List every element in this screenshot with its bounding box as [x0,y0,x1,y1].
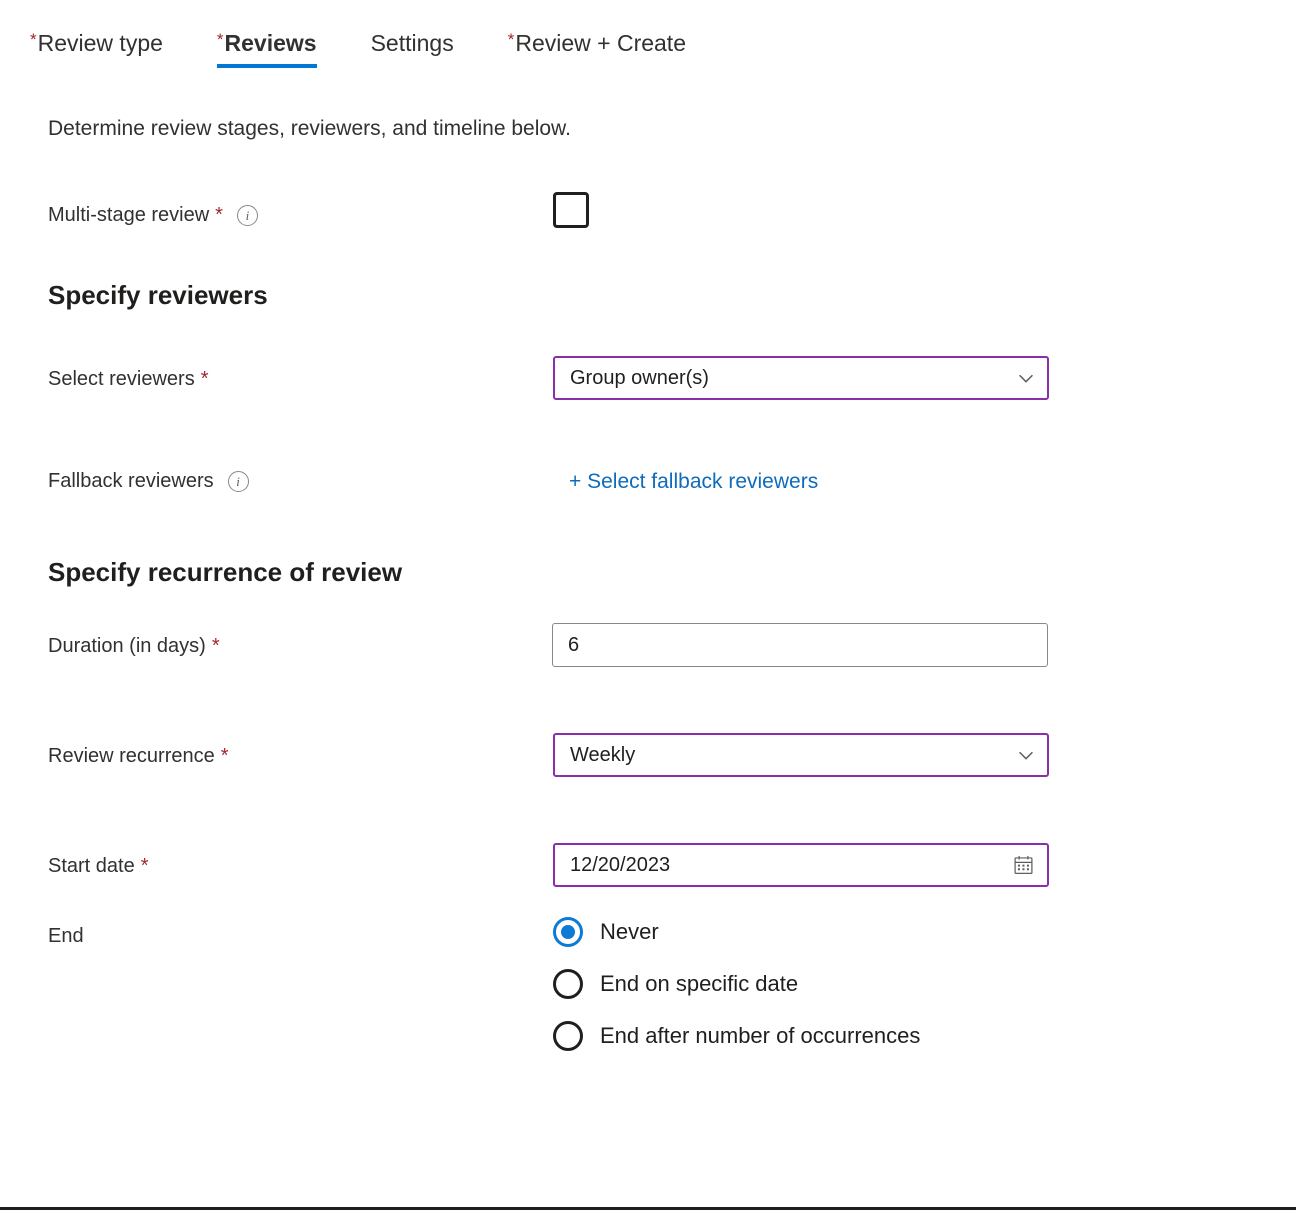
radio-label: Never [600,918,659,946]
radio-option-never[interactable]: Never [553,906,920,958]
radio-label: End on specific date [600,970,798,998]
review-recurrence-label: Review recurrence * [48,742,229,770]
required-asterisk: * [221,746,229,766]
radio-circle-icon [553,969,583,999]
duration-input[interactable]: 6 [552,623,1048,667]
duration-label: Duration (in days) * [48,632,220,660]
tab-review-type[interactable]: * Review type [30,28,190,76]
tab-reviews[interactable]: * Reviews [190,28,344,76]
required-asterisk: * [215,205,223,225]
multi-stage-review-label: Multi-stage review * i [48,201,258,229]
multi-stage-review-checkbox[interactable] [553,192,589,228]
fallback-reviewers-label: Fallback reviewers i [48,467,249,495]
radio-circle-icon [553,1021,583,1051]
select-reviewers-value: Group owner(s) [570,367,1015,390]
select-reviewers-dropdown[interactable]: Group owner(s) [553,356,1049,400]
radio-label: End after number of occurrences [600,1022,920,1050]
review-recurrence-dropdown[interactable]: Weekly [553,733,1049,777]
tab-label: Reviews [225,28,317,58]
chevron-down-icon [1015,744,1037,766]
tab-settings[interactable]: Settings [344,28,481,76]
page-description: Determine review stages, reviewers, and … [48,114,571,144]
info-icon[interactable]: i [237,205,258,226]
radio-selected-dot [561,925,575,939]
required-asterisk: * [141,856,149,876]
label-text: Duration (in days) [48,632,206,660]
calendar-icon[interactable] [1013,854,1034,876]
radio-option-end-after-occurrences[interactable]: End after number of occurrences [553,1010,920,1062]
required-asterisk: * [201,369,209,389]
select-fallback-reviewers-link[interactable]: + Select fallback reviewers [569,470,818,493]
label-text: Fallback reviewers [48,467,214,495]
label-text: End [48,922,84,950]
tab-active-underline [217,64,317,68]
tab-review-create[interactable]: * Review + Create [481,28,713,76]
specify-recurrence-heading: Specify recurrence of review [48,555,402,589]
review-recurrence-value: Weekly [570,744,1015,767]
select-reviewers-label: Select reviewers * [48,365,209,393]
tab-label: Review + Create [515,28,686,58]
required-asterisk: * [212,636,220,656]
specify-reviewers-heading: Specify reviewers [48,278,268,312]
wizard-tab-bar: * Review type * Reviews Settings * Revie… [30,28,713,76]
required-asterisk: * [508,31,515,48]
duration-value: 6 [568,634,1037,657]
info-icon[interactable]: i [228,471,249,492]
required-asterisk: * [217,31,224,48]
label-text: Start date [48,852,135,880]
tab-label: Settings [371,28,454,58]
end-radio-group: Never End on specific date End after num… [553,906,920,1062]
start-date-label: Start date * [48,852,149,880]
start-date-value: 12/20/2023 [570,854,1013,877]
tab-label: Review type [38,28,163,58]
label-text: Select reviewers [48,365,195,393]
end-label: End [48,922,84,950]
label-text: Multi-stage review [48,201,209,229]
start-date-input[interactable]: 12/20/2023 [553,843,1049,887]
chevron-down-icon [1015,367,1037,389]
radio-circle-icon [553,917,583,947]
radio-option-end-on-specific-date[interactable]: End on specific date [553,958,920,1010]
required-asterisk: * [30,31,37,48]
label-text: Review recurrence [48,742,215,770]
